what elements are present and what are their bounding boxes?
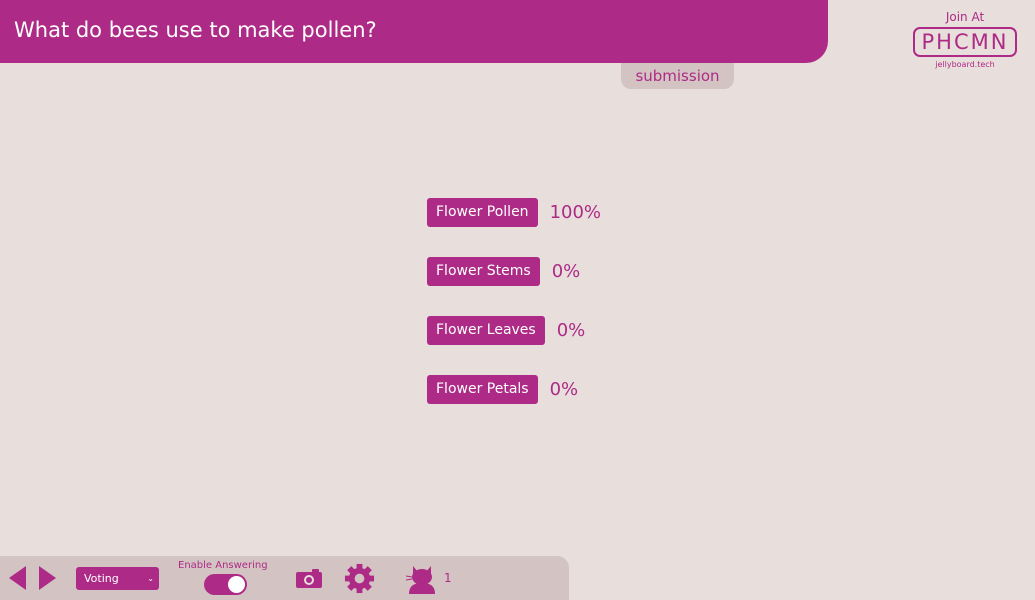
room-code: PHCMN [913,27,1017,57]
answer-row: Flower Stems 0% [427,256,580,286]
enable-answering-toggle[interactable] [204,574,247,595]
question-title: What do bees use to make pollen? [14,18,377,42]
user-avatar-icon [406,566,435,594]
mode-tab: submission [621,63,734,89]
answer-percent: 100% [549,201,602,223]
answer-label: Flower Pollen [427,197,538,227]
answer-row: Flower Pollen 100% [427,197,601,227]
answer-label: Flower Stems [427,256,540,286]
gear-icon[interactable] [344,563,375,594]
mode-select[interactable]: Voting ⌄ [76,567,159,590]
prev-arrow-icon[interactable] [9,566,26,590]
chevron-down-icon: ⌄ [147,574,154,583]
enable-answering-label: Enable Answering [178,560,268,571]
answer-row: Flower Petals 0% [427,374,578,404]
mode-select-value: Voting [84,572,119,585]
toggle-knob [228,576,245,593]
user-count: 1 [444,571,452,585]
join-panel: Join At PHCMN jellyboard.tech [905,10,1025,69]
answer-percent: 0% [551,260,581,282]
join-at-label: Join At [945,10,985,24]
answer-label: Flower Leaves [427,315,545,345]
answer-row: Flower Leaves 0% [427,315,585,345]
answer-percent: 0% [549,378,579,400]
camera-icon[interactable] [295,567,323,589]
answer-percent: 0% [556,319,586,341]
next-arrow-icon[interactable] [39,566,56,590]
answer-label: Flower Petals [427,374,538,404]
join-url: jellyboard.tech [935,60,995,69]
question-header: What do bees use to make pollen? [0,0,828,63]
